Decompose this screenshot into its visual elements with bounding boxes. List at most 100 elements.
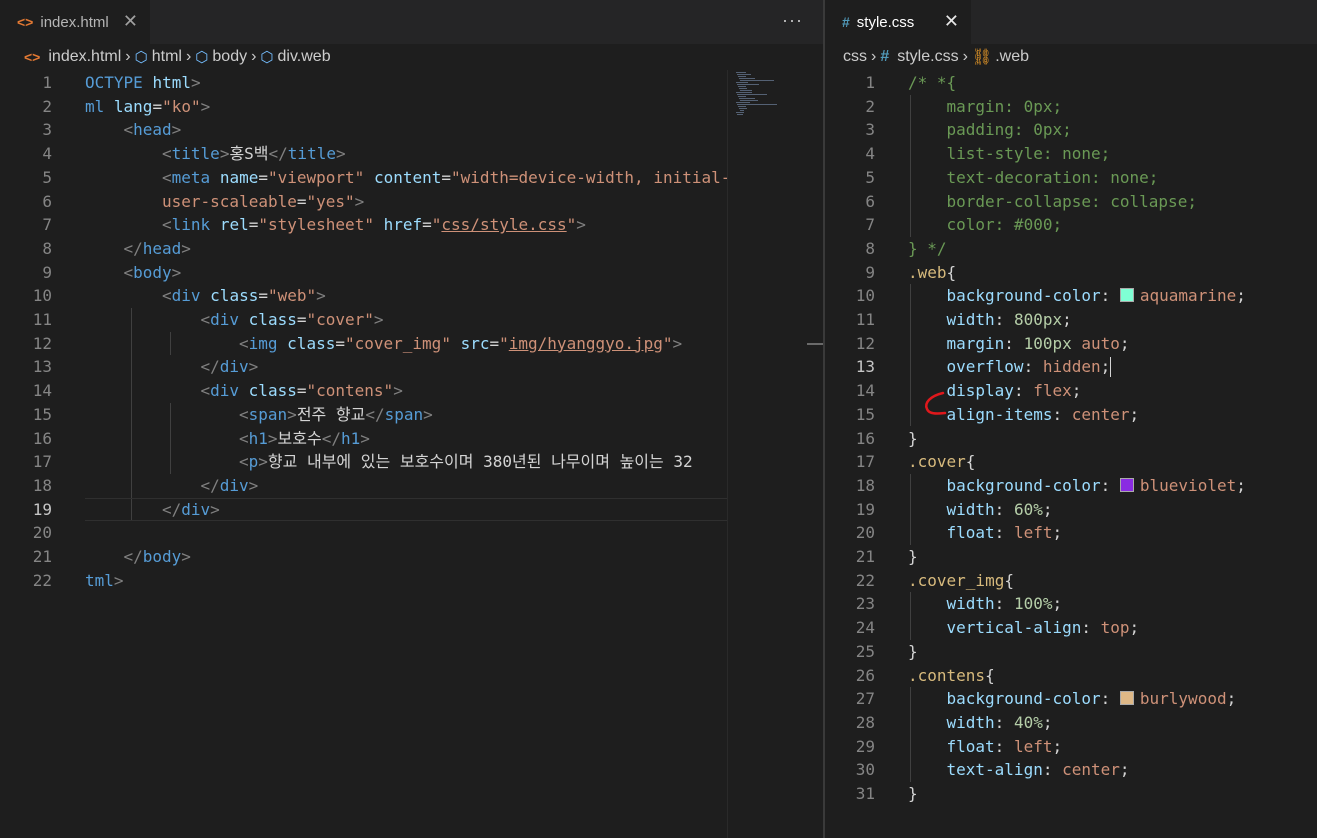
code-token: 100%: [1013, 594, 1053, 614]
code-line[interactable]: 7 <link rel="stylesheet" href="css/style.…: [0, 213, 823, 237]
code-line[interactable]: 6 user-scaleable="yes">: [0, 190, 823, 214]
code-line[interactable]: 1 OCTYPE html>: [0, 71, 823, 95]
text-cursor: [1110, 357, 1111, 377]
code-line[interactable]: 21}: [825, 545, 1317, 569]
scrollbar-thumb[interactable]: [807, 343, 823, 345]
indent-guide: [910, 592, 911, 640]
color-swatch[interactable]: [1119, 477, 1134, 492]
code-line[interactable]: 8 </head>: [0, 237, 823, 261]
breadcrumb-item-body[interactable]: ⬡ body: [195, 48, 247, 66]
color-swatch[interactable]: [1119, 691, 1134, 706]
breadcrumb-item-file[interactable]: # style.css: [880, 48, 958, 66]
code-line[interactable]: 13 overflow: hidden;: [825, 355, 1317, 379]
line-number: 14: [32, 381, 52, 401]
minimap-line: [737, 74, 751, 75]
code-line[interactable]: 1 /* *{: [825, 71, 1317, 95]
minimap-line: [738, 86, 746, 87]
code-line[interactable]: 21 </body>: [0, 545, 823, 569]
code-text: .cover_img{: [908, 569, 1014, 593]
code-line[interactable]: 15 <span>전주 향교</span>: [0, 403, 823, 427]
code-line[interactable]: 24 vertical-align: top;: [825, 616, 1317, 640]
code-line[interactable]: 20: [0, 521, 823, 545]
code-line[interactable]: 5 text-decoration: none;: [825, 166, 1317, 190]
code-line[interactable]: 13 </div>: [0, 355, 823, 379]
code-line[interactable]: 7 color: #000;: [825, 213, 1317, 237]
code-line[interactable]: 6 border-collapse: collapse;: [825, 190, 1317, 214]
tab-index-html[interactable]: <> index.html ✕: [0, 0, 150, 44]
code-text: <div class="cover">: [201, 308, 384, 332]
breadcrumb-item-css-folder[interactable]: css: [843, 48, 867, 66]
code-line[interactable]: 22 tml>: [0, 569, 823, 593]
css-code-area[interactable]: 1 /* *{2 margin: 0px; 3 padding: 0px; 4 list-s…: [825, 70, 1317, 838]
css-editor-pane[interactable]: # style.css ✕ css › # style.css › ⛓ .web 1…: [825, 0, 1317, 838]
code-token: float: [946, 523, 995, 543]
code-line[interactable]: 10 <div class="web">: [0, 284, 823, 308]
code-text: }: [908, 782, 918, 806]
code-line[interactable]: 4 <title>홍S백</title>: [0, 142, 823, 166]
code-line[interactable]: 15 align-items: center;: [825, 403, 1317, 427]
vertical-scrollbar[interactable]: [807, 70, 823, 838]
code-line[interactable]: 8} */: [825, 237, 1317, 261]
code-line[interactable]: 3 <head>: [0, 118, 823, 142]
minimap-line: [736, 72, 746, 73]
code-line[interactable]: 3 padding: 0px;: [825, 118, 1317, 142]
code-token: <: [162, 286, 172, 306]
color-swatch[interactable]: [1119, 288, 1134, 303]
code-line[interactable]: 12 margin: 100px auto;: [825, 332, 1317, 356]
code-token: span: [248, 404, 288, 424]
code-token: >: [248, 357, 259, 377]
html-code-area[interactable]: 1 OCTYPE html> 2 ml lang="ko"> 3 <head> 4 <titl…: [0, 70, 823, 838]
code-line[interactable]: 27 background-color: burlywood;: [825, 687, 1317, 711]
code-token: :: [994, 310, 1014, 329]
code-token: ": [431, 215, 442, 235]
code-line[interactable]: 31}: [825, 782, 1317, 806]
code-line[interactable]: 16 <h1>보호수</h1>: [0, 427, 823, 451]
code-line[interactable]: 18 background-color: blueviolet;: [825, 474, 1317, 498]
code-line[interactable]: 20 float: left;: [825, 521, 1317, 545]
code-token: vertical-align: [946, 618, 1082, 638]
code-line[interactable]: 19 width: 60%;: [825, 498, 1317, 522]
code-line[interactable]: 5 <meta name="viewport" content="width=de…: [0, 166, 823, 190]
tab-style-css[interactable]: # style.css ✕: [825, 0, 971, 44]
line-number: 8: [865, 238, 875, 258]
code-line[interactable]: 9 .web{: [825, 261, 1317, 285]
code-line[interactable]: 22 .cover_img{: [825, 569, 1317, 593]
code-token: </: [321, 428, 341, 448]
close-icon[interactable]: ✕: [123, 12, 138, 30]
html-editor-pane[interactable]: <> index.html ✕ ··· <> index.html › ⬡ html…: [0, 0, 823, 838]
minimap[interactable]: [727, 70, 808, 838]
code-line[interactable]: 17 .cover{: [825, 450, 1317, 474]
code-line[interactable]: 12 <img class="cover_img" src="img/hyangg…: [0, 332, 823, 356]
code-line[interactable]: 17 <p>향교 내부에 있는 보호수이며 380년된 나무이며 높이는 32: [0, 450, 823, 474]
breadcrumb-item-selector[interactable]: ⛓ .web: [972, 47, 1029, 67]
breadcrumb-item-file[interactable]: <> index.html: [24, 48, 121, 66]
code-line[interactable]: 11 <div class="cover">: [0, 308, 823, 332]
code-line[interactable]: 16}: [825, 427, 1317, 451]
close-icon[interactable]: ✕: [944, 12, 959, 30]
code-line[interactable]: 28 width: 40%;: [825, 711, 1317, 735]
code-token: head: [142, 238, 182, 258]
code-line[interactable]: 10 background-color: aquamarine;: [825, 284, 1317, 308]
line-number: 30: [855, 760, 875, 780]
code-line[interactable]: 9 <body>: [0, 261, 823, 285]
code-token: =: [152, 96, 163, 116]
code-line[interactable]: 14 display: flex;: [825, 379, 1317, 403]
code-token: >: [335, 144, 346, 164]
breadcrumb-item-div-web[interactable]: ⬡ div.web: [260, 48, 330, 66]
code-line[interactable]: 4 list-style: none;: [825, 142, 1317, 166]
code-line[interactable]: 30 text-align: center;: [825, 758, 1317, 782]
code-line[interactable]: 14 <div class="contens">: [0, 379, 823, 403]
code-line[interactable]: 2 margin: 0px;: [825, 95, 1317, 119]
code-line[interactable]: 11 width: 800px;: [825, 308, 1317, 332]
code-line[interactable]: 2 ml lang="ko">: [0, 95, 823, 119]
code-line[interactable]: 18 </div>: [0, 474, 823, 498]
code-line[interactable]: 26 .contens{: [825, 664, 1317, 688]
breadcrumb-item-html[interactable]: ⬡ html: [135, 48, 182, 66]
more-actions-button[interactable]: ···: [782, 10, 803, 31]
code-line[interactable]: 25}: [825, 640, 1317, 664]
code-token: span: [384, 404, 424, 424]
line-number: 1: [865, 73, 875, 92]
code-token: <: [239, 452, 249, 472]
code-line[interactable]: 29 float: left;: [825, 735, 1317, 759]
code-line[interactable]: 23 width: 100%;: [825, 592, 1317, 616]
